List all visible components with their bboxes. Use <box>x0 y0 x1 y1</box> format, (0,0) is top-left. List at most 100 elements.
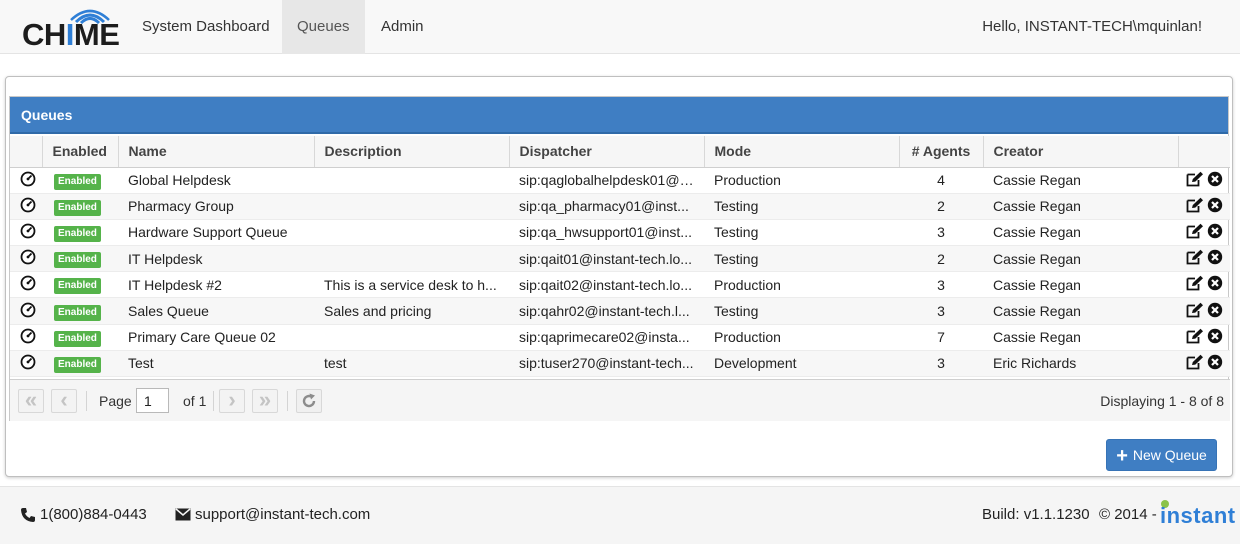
support-phone[interactable]: 1(800)884-0443 <box>40 487 147 543</box>
envelope-icon <box>175 508 191 521</box>
mode-cell: Testing <box>704 193 899 220</box>
queues-grid: Queues Enabled Name Description Dispatch… <box>9 96 1230 421</box>
main-panel: Queues Enabled Name Description Dispatch… <box>5 76 1233 477</box>
refresh-glyph <box>302 393 316 408</box>
table-row[interactable]: Enabled Test test sip:tuser270@instant-tech… <box>10 350 1230 378</box>
enabled-cell: Enabled <box>42 324 118 351</box>
first-page-icon[interactable]: « <box>18 389 44 413</box>
dispatcher-cell: sip:qa_hwsupport01@inst... <box>509 219 704 247</box>
col-header-description[interactable]: Description <box>314 136 510 168</box>
col-header-creator[interactable]: Creator <box>983 136 1179 168</box>
delete-icon[interactable] <box>1207 354 1223 373</box>
table-row[interactable]: Enabled Primary Care Queue 02 sip:qaprimec… <box>10 324 1230 351</box>
new-queue-button[interactable]: + New Queue <box>1106 439 1217 471</box>
col-header-agents[interactable]: # Agents <box>899 136 984 168</box>
delete-icon[interactable] <box>1207 223 1223 242</box>
paging-toolbar: « ‹ Page of 1 › » Displaying 1 - 8 of 8 <box>10 379 1230 421</box>
page-number-input[interactable] <box>136 388 169 413</box>
enabled-badge: Enabled <box>54 252 101 269</box>
creator-cell: Cassie Regan <box>983 193 1178 220</box>
col-header-mode[interactable]: Mode <box>704 136 900 168</box>
enabled-badge: Enabled <box>54 304 101 321</box>
enabled-badge: Enabled <box>54 199 101 216</box>
phone-icon <box>21 508 35 522</box>
delete-icon[interactable] <box>1207 197 1223 216</box>
col-header-name[interactable]: Name <box>118 136 315 168</box>
table-row[interactable]: Enabled Sales Queue Sales and pricing sip:q… <box>10 297 1230 325</box>
row-status-cell <box>10 245 42 273</box>
prev-page-icon[interactable]: ‹ <box>51 389 77 413</box>
chime-logo[interactable]: CHIME <box>22 6 126 50</box>
instant-logo: instant <box>1160 497 1236 533</box>
gauge-icon[interactable] <box>20 249 36 268</box>
edit-icon[interactable] <box>1186 275 1204 294</box>
edit-icon[interactable] <box>1186 171 1204 190</box>
page-label: Page <box>99 393 132 409</box>
enabled-cell: Enabled <box>42 245 118 273</box>
dispatcher-cell: sip:qait01@instant-tech.lo... <box>509 245 704 273</box>
name-cell: Test <box>118 350 314 378</box>
actions-cell <box>1178 219 1230 247</box>
nav-admin[interactable]: Admin <box>366 0 439 54</box>
user-greeting[interactable]: Hello, INSTANT-TECH\mquinlan! <box>982 0 1202 54</box>
col-header-enabled[interactable]: Enabled <box>42 136 119 168</box>
dispatcher-cell: sip:tuser270@instant-tech... <box>509 350 704 378</box>
actions-cell <box>1178 350 1230 378</box>
logo-part-i: I <box>65 17 75 52</box>
dispatcher-cell: sip:qait02@instant-tech.lo... <box>509 271 704 299</box>
gauge-icon[interactable] <box>20 354 36 373</box>
agents-cell: 3 <box>899 297 983 325</box>
refresh-icon[interactable] <box>296 389 322 413</box>
row-status-cell <box>10 324 42 351</box>
table-row[interactable]: Enabled Pharmacy Group sip:qa_pharmacy01@i… <box>10 193 1230 220</box>
edit-icon[interactable] <box>1186 249 1204 268</box>
edit-icon[interactable] <box>1186 197 1204 216</box>
build-version: Build: v1.1.1230 <box>982 506 1090 523</box>
edit-icon[interactable] <box>1186 354 1204 373</box>
enabled-badge: Enabled <box>54 173 101 190</box>
creator-cell: Cassie Regan <box>983 219 1178 247</box>
gauge-icon[interactable] <box>20 171 36 190</box>
delete-icon[interactable] <box>1207 249 1223 268</box>
enabled-cell: Enabled <box>42 297 118 325</box>
table-row[interactable]: Enabled IT Helpdesk #2 This is a service d… <box>10 271 1230 299</box>
mode-cell: Production <box>704 167 899 194</box>
enabled-cell: Enabled <box>42 271 118 299</box>
delete-icon[interactable] <box>1207 328 1223 347</box>
actions-cell <box>1178 167 1230 194</box>
table-row[interactable]: Enabled Global Helpdesk sip:qaglobalhelpde… <box>10 167 1230 194</box>
gauge-icon[interactable] <box>20 328 36 347</box>
edit-icon[interactable] <box>1186 328 1204 347</box>
description-cell <box>314 193 509 220</box>
gauge-icon[interactable] <box>20 197 36 216</box>
paging-display-info: Displaying 1 - 8 of 8 <box>1100 393 1224 409</box>
agents-cell: 2 <box>899 193 983 220</box>
gauge-icon[interactable] <box>20 223 36 242</box>
table-row[interactable]: Enabled Hardware Support Queue sip:qa_hwsu… <box>10 219 1230 247</box>
gauge-icon[interactable] <box>20 302 36 321</box>
col-header-dispatcher[interactable]: Dispatcher <box>509 136 705 168</box>
edit-icon[interactable] <box>1186 302 1204 321</box>
mode-cell: Production <box>704 324 899 351</box>
enabled-cell: Enabled <box>42 193 118 220</box>
edit-icon[interactable] <box>1186 223 1204 242</box>
delete-icon[interactable] <box>1207 171 1223 190</box>
name-cell: Hardware Support Queue <box>118 219 314 247</box>
gauge-icon[interactable] <box>20 275 36 294</box>
delete-icon[interactable] <box>1207 302 1223 321</box>
support-email[interactable]: support@instant-tech.com <box>195 487 370 543</box>
description-cell <box>314 219 509 247</box>
page-of-label: of 1 <box>183 393 207 409</box>
logo-part-me: ME <box>73 17 120 52</box>
new-queue-label: New Queue <box>1132 447 1207 463</box>
last-page-icon[interactable]: » <box>252 389 278 413</box>
name-cell: Pharmacy Group <box>118 193 314 220</box>
actions-cell <box>1178 324 1230 351</box>
table-row[interactable]: Enabled IT Helpdesk sip:qait01@instant-tec… <box>10 245 1230 273</box>
nav-queues[interactable]: Queues <box>282 0 365 54</box>
delete-icon[interactable] <box>1207 275 1223 294</box>
enabled-badge: Enabled <box>54 330 101 347</box>
next-page-icon[interactable]: › <box>219 389 245 413</box>
nav-system-dashboard[interactable]: System Dashboard <box>127 0 285 54</box>
row-status-cell <box>10 219 42 247</box>
